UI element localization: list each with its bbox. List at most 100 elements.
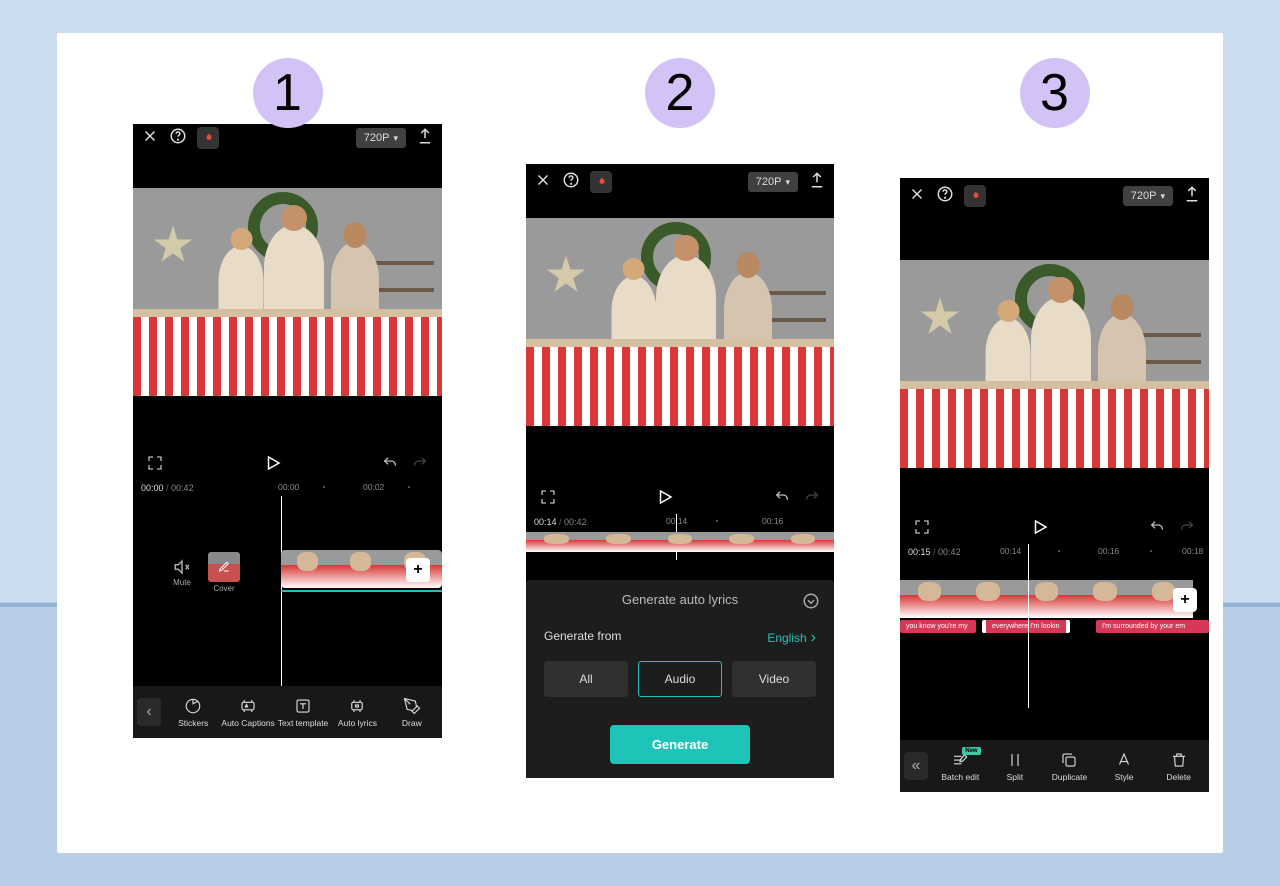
timeline-header: 00:15 / 00:42 00:14 00:16 00:18 — [900, 544, 1209, 560]
tool-duplicate[interactable]: Duplicate — [1043, 751, 1096, 782]
timeline[interactable]: Mute Cover + — [133, 496, 442, 696]
total-time: 00:42 — [938, 547, 961, 557]
tool-autolyrics[interactable]: Auto lyrics — [331, 697, 383, 728]
tick-label: 00:18 — [1182, 546, 1203, 556]
resolution-label: 720P — [364, 132, 390, 144]
undo-icon[interactable] — [1149, 519, 1165, 540]
help-icon[interactable] — [169, 127, 187, 150]
playbar — [133, 450, 442, 480]
help-icon[interactable] — [936, 185, 954, 208]
topbar: 720P — [900, 178, 1209, 214]
generate-from-row: Generate from English — [526, 619, 834, 657]
generate-button[interactable]: Generate — [610, 725, 750, 764]
timeline-header: 00:00 / 00:42 00:00 00:02 — [133, 480, 442, 496]
video-preview[interactable] — [133, 188, 442, 396]
tool-texttemplate[interactable]: Text template — [277, 697, 329, 728]
close-icon[interactable] — [908, 185, 926, 208]
clip-strip[interactable] — [900, 580, 1193, 618]
tool-label: Auto lyrics — [338, 718, 377, 728]
back-icon[interactable]: « — [904, 752, 928, 780]
back-icon[interactable]: ‹ — [137, 698, 161, 726]
help-icon[interactable] — [562, 171, 580, 194]
clip-strip[interactable] — [526, 532, 834, 552]
tool-stickers[interactable]: Stickers — [167, 697, 219, 728]
tool-style[interactable]: Style — [1098, 751, 1151, 782]
new-badge: New — [962, 747, 980, 755]
flame-icon[interactable] — [964, 185, 986, 207]
language-value: English — [767, 631, 806, 645]
tool-label: Split — [1007, 772, 1024, 782]
lyric-chip[interactable]: I'm surrounded by your em — [1096, 620, 1209, 633]
playbar — [900, 514, 1209, 544]
topbar: 720P — [526, 164, 834, 200]
step-badge-1: 1 — [253, 58, 323, 128]
add-clip-button[interactable]: + — [1173, 588, 1197, 612]
step-1: 1 720P — [133, 58, 442, 738]
close-icon[interactable] — [534, 171, 552, 194]
option-all[interactable]: All — [544, 661, 628, 697]
sheet-title: Generate auto lyrics — [526, 580, 834, 619]
tool-label: Delete — [1166, 772, 1191, 782]
tool-split[interactable]: Split — [989, 751, 1042, 782]
export-icon[interactable] — [1183, 185, 1201, 208]
playbar — [526, 484, 834, 514]
option-video[interactable]: Video — [732, 661, 816, 697]
option-audio[interactable]: Audio — [638, 661, 722, 697]
add-clip-button[interactable]: + — [406, 558, 430, 582]
video-preview[interactable] — [900, 260, 1209, 468]
current-time: 00:00 — [141, 483, 164, 493]
bottom-toolbar: ‹ Stickers Auto Captions Text template A… — [133, 686, 442, 738]
tool-label: Auto Captions — [221, 718, 274, 728]
tick-label: 00:16 — [1098, 546, 1119, 556]
sheet-title-text: Generate auto lyrics — [622, 592, 738, 607]
resolution-select[interactable]: 720P — [748, 172, 798, 192]
fullscreen-icon[interactable] — [914, 519, 930, 540]
lyric-chip-selected[interactable]: everywhere I'm lookin — [982, 620, 1070, 633]
flame-icon[interactable] — [197, 127, 219, 149]
current-time: 00:14 — [534, 517, 557, 527]
topbar: 720P — [133, 124, 442, 152]
fullscreen-icon[interactable] — [147, 455, 163, 476]
tool-draw[interactable]: Draw — [386, 697, 438, 728]
collapse-icon[interactable] — [802, 592, 820, 610]
language-select[interactable]: English — [767, 629, 816, 647]
tool-label: Text template — [278, 718, 329, 728]
tool-label: Duplicate — [1052, 772, 1087, 782]
export-icon[interactable] — [808, 171, 826, 194]
timeline[interactable]: + you know you're my everywhere I'm look… — [900, 560, 1209, 710]
mute-label: Mute — [173, 578, 191, 587]
tool-label: Style — [1115, 772, 1134, 782]
undo-icon[interactable] — [382, 455, 398, 476]
phone-screen-1: 720P — [133, 124, 442, 738]
tick-label: 00:00 — [278, 482, 299, 492]
tick-label: 00:02 — [363, 482, 384, 492]
resolution-select[interactable]: 720P — [356, 128, 406, 148]
total-time: 00:42 — [564, 517, 587, 527]
step-badge-3: 3 — [1020, 58, 1090, 128]
mute-button[interactable]: Mute — [165, 558, 199, 587]
export-icon[interactable] — [416, 127, 434, 150]
video-preview[interactable] — [526, 218, 834, 426]
resolution-select[interactable]: 720P — [1123, 186, 1173, 206]
tick-label: 00:16 — [762, 516, 783, 526]
tool-autocaptions[interactable]: Auto Captions — [221, 697, 274, 728]
resolution-label: 720P — [756, 176, 782, 188]
phone-screen-2: 720P 00:14 — [526, 164, 834, 778]
tool-label: Batch edit — [941, 772, 979, 782]
close-icon[interactable] — [141, 127, 159, 150]
play-icon[interactable] — [1031, 518, 1049, 541]
tick-label: 00:14 — [1000, 546, 1021, 556]
cover-button[interactable]: Cover — [207, 552, 241, 593]
play-icon[interactable] — [656, 488, 674, 511]
tool-batchedit[interactable]: New Batch edit — [934, 751, 987, 782]
fullscreen-icon[interactable] — [540, 489, 556, 510]
tool-delete[interactable]: Delete — [1152, 751, 1205, 782]
options-row: All Audio Video — [526, 657, 834, 707]
flame-icon[interactable] — [590, 171, 612, 193]
total-time: 00:42 — [171, 483, 194, 493]
lyric-chip[interactable]: you know you're my — [900, 620, 976, 633]
current-time: 00:15 — [908, 547, 931, 557]
undo-icon[interactable] — [774, 489, 790, 510]
play-icon[interactable] — [264, 454, 282, 477]
tool-label: Draw — [402, 718, 422, 728]
